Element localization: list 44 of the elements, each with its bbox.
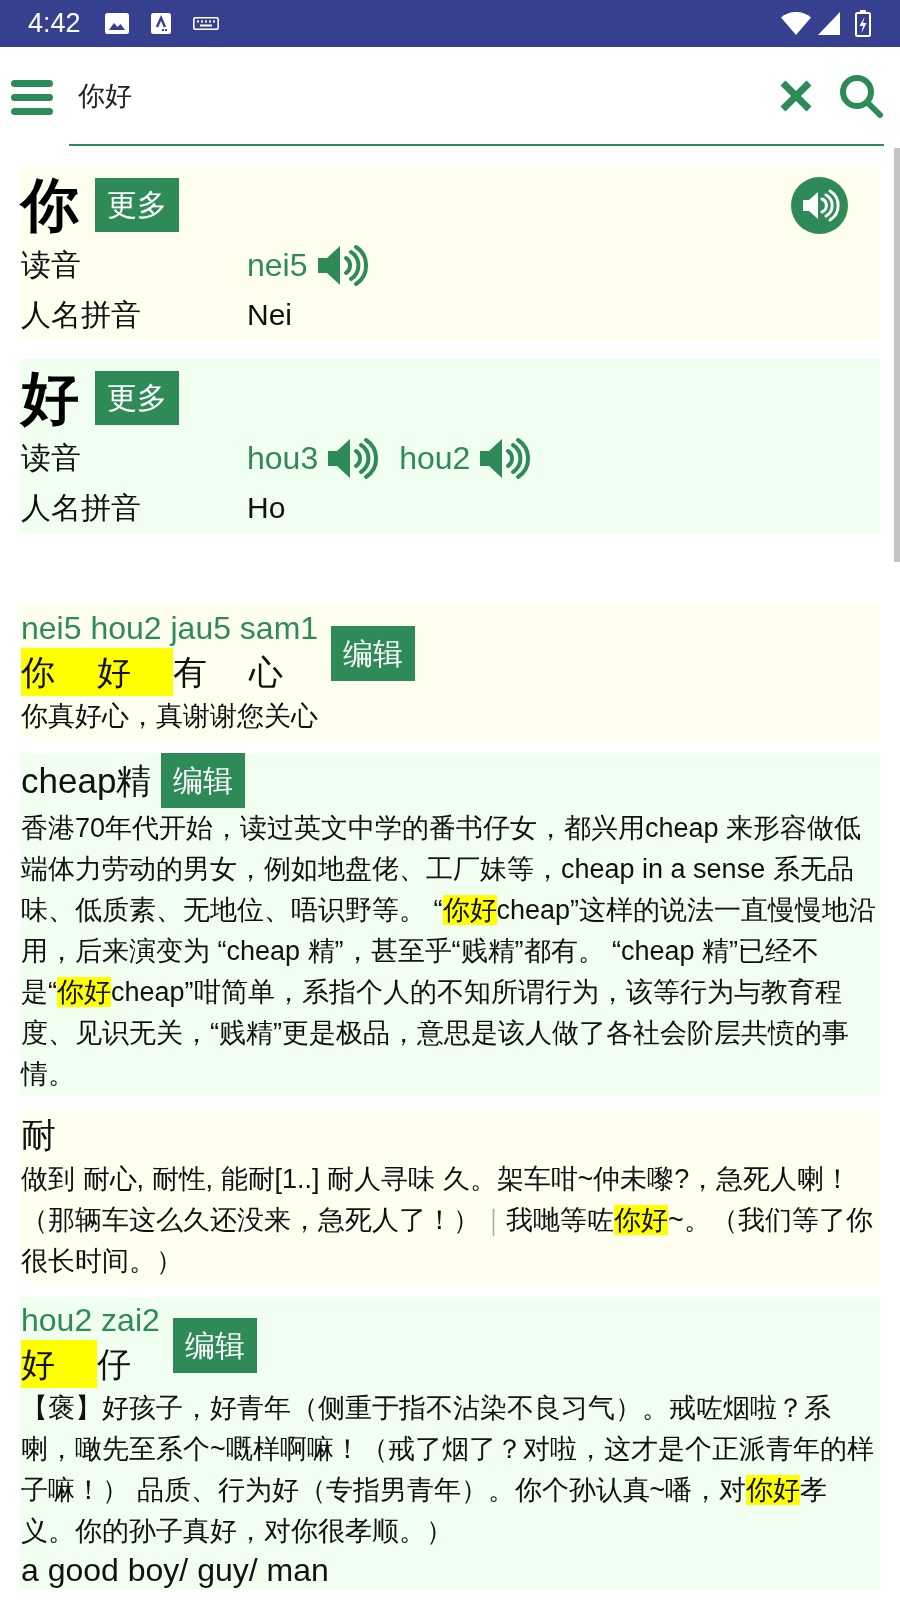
- entry-title: cheap精: [20, 763, 152, 798]
- edit-button[interactable]: 编辑: [172, 1318, 257, 1373]
- speaker-icon[interactable]: [315, 242, 369, 288]
- phrase-character: 有: [173, 652, 208, 693]
- search-icon[interactable]: [839, 73, 883, 118]
- headword: 好: [21, 369, 79, 427]
- phrase-character: 心: [249, 652, 283, 693]
- speaker-icon[interactable]: [326, 435, 380, 481]
- pinyin-text: nei5 hou2 jau5 sam1: [21, 609, 319, 648]
- search-field[interactable]: 你好: [69, 73, 770, 118]
- more-button[interactable]: 更多: [95, 371, 179, 425]
- reading-text: hou3: [247, 442, 319, 474]
- definition-text: 你真好心，真谢谢您关心: [20, 700, 319, 733]
- reading-text: hou2: [399, 442, 471, 474]
- field-label: 人名拼音: [20, 493, 142, 523]
- image-icon: [104, 13, 129, 34]
- pinyin-text: hou2 zai2: [21, 1301, 160, 1340]
- field-label: 读音: [20, 250, 82, 280]
- close-icon[interactable]: [780, 79, 812, 112]
- speaker-icon[interactable]: [478, 435, 532, 481]
- wifi-icon: [781, 12, 811, 35]
- entry-title: 耐: [20, 1117, 56, 1152]
- definition-text: 做到 耐心, 耐性, 能耐[1..] 耐人寻味 久。架车咁~仲未嚟?，急死人喇！（那辆车这么久还没来，急死人了！）｜我哋等咗你好~。（我们等了你很长时间。）: [20, 1163, 874, 1278]
- battery-icon: [855, 10, 871, 37]
- edit-button[interactable]: 编辑: [331, 626, 416, 681]
- field-label: 人名拼音: [20, 300, 142, 330]
- field-label: 读音: [20, 443, 82, 473]
- phrase-character: 好: [21, 1340, 97, 1388]
- keyboard-icon: [192, 17, 219, 30]
- name-romanization: Nei: [247, 300, 293, 330]
- phrase-character: 你: [21, 648, 97, 696]
- edit-button[interactable]: 编辑: [161, 753, 246, 808]
- speaker-icon[interactable]: [791, 176, 848, 234]
- headword: 你: [21, 176, 79, 234]
- status-time: 4:42: [28, 10, 81, 37]
- english-gloss: a good boy/ guy/ man: [20, 1552, 329, 1588]
- signal-icon: [818, 12, 840, 35]
- font-tile-icon: [150, 13, 171, 34]
- reading-text: nei5: [247, 249, 308, 281]
- menu-icon[interactable]: [11, 80, 53, 115]
- name-romanization: Ho: [247, 493, 287, 523]
- phrase-character: 好: [97, 648, 173, 696]
- more-button[interactable]: 更多: [95, 178, 179, 232]
- phrase-character: 仔: [97, 1344, 131, 1385]
